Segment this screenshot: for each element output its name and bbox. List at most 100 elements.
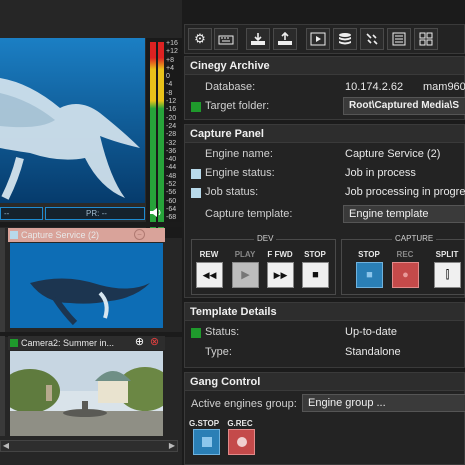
- thumbnail-title: Camera2: Summer in...: [21, 338, 115, 348]
- meter-scale-tick: -24: [166, 122, 177, 130]
- panel-title: Cinegy Archive: [185, 57, 464, 75]
- engines-group-label: Active engines group:: [191, 398, 297, 410]
- rew-label: REW: [199, 250, 219, 259]
- rewind-button[interactable]: ◀◀: [196, 262, 223, 288]
- thumbnail-header[interactable]: Capture Service (2) −: [8, 228, 165, 242]
- gang-record-button[interactable]: [228, 429, 255, 455]
- meter-scale-tick: -48: [166, 172, 177, 180]
- play-icon[interactable]: [306, 28, 330, 50]
- meter-scale-tick: -36: [166, 147, 177, 155]
- play-button[interactable]: ▶: [232, 262, 259, 288]
- minus-circle-icon[interactable]: −: [134, 229, 145, 240]
- meter-scale-tick: -44: [166, 164, 177, 172]
- ffwd-label: F FWD: [267, 250, 293, 259]
- fast-forward-button[interactable]: ▶▶: [267, 262, 294, 288]
- meter-scale-tick: 0: [166, 73, 170, 81]
- scroll-right-icon[interactable]: ▶: [167, 441, 177, 451]
- side-strip: [0, 228, 5, 332]
- meter-scale-tick: +16: [166, 40, 178, 47]
- status-square-icon: [10, 339, 18, 347]
- job-status-label: Job status:: [205, 186, 259, 198]
- close-circle-icon[interactable]: ⊗: [149, 337, 160, 348]
- stop-label: STOP: [304, 250, 326, 259]
- main-video-frame[interactable]: [0, 38, 145, 203]
- capture-stop-button[interactable]: ■: [356, 262, 383, 288]
- cinegy-archive-panel: Cinegy Archive Database: 10.174.2.62 mam…: [184, 56, 465, 120]
- gang-control-panel: Gang Control Active engines group: Engin…: [184, 372, 465, 465]
- meter-scale-tick: -32: [166, 139, 177, 147]
- template-type-value: Standalone: [345, 346, 401, 358]
- job-status-icon: [191, 188, 201, 198]
- engines-group-select[interactable]: Engine group ...: [302, 394, 465, 412]
- meter-scale-tick: -12: [166, 98, 177, 106]
- keyboard-icon[interactable]: [214, 28, 238, 50]
- database-name: mam960: [423, 81, 465, 93]
- thumbnail-title: Capture Service (2): [21, 230, 100, 240]
- status-square-icon: [10, 231, 18, 239]
- gang-rec-label: G.REC: [227, 419, 253, 428]
- template-status-icon: [191, 328, 201, 338]
- thumbnail-image: [10, 351, 163, 436]
- engine-name-label: Engine name:: [205, 148, 273, 160]
- meter-scale-tick: -56: [166, 189, 177, 197]
- meter-scale-tick: -40: [166, 156, 177, 164]
- meter-scale-tick: -28: [166, 131, 177, 139]
- preview-column: +16 +12 +8 +4 0 -4 -8 -12 -16 -20 -24 -28 -32 -36 -40-…: [0, 0, 182, 465]
- speaker-icon[interactable]: [150, 207, 164, 219]
- meter-scale: +16 +12 +8 +4 0 -4 -8 -12 -16 -20 -24 -28 -32 -36 -40-…: [166, 40, 182, 223]
- target-folder-field[interactable]: Root\Captured Media\S: [343, 97, 465, 115]
- toolbar: ⚙: [184, 24, 465, 54]
- scroll-left-icon[interactable]: ◀: [1, 441, 11, 451]
- main-preview: +16 +12 +8 +4 0 -4 -8 -12 -16 -20 -24 -28 -32 -36 -40-…: [0, 38, 182, 238]
- divider: [0, 222, 182, 227]
- dev-stop-button[interactable]: ■: [302, 262, 329, 288]
- dev-group: DEV REW PLAY F FWD STOP ◀◀ ▶ ▶▶ ■: [191, 234, 336, 295]
- meter-scale-tick: +4: [166, 64, 174, 72]
- record-button[interactable]: ●: [392, 262, 419, 288]
- upload-icon[interactable]: [273, 28, 297, 50]
- capture-stop-label: STOP: [358, 250, 380, 259]
- meter-scale-tick: +8: [166, 56, 174, 64]
- template-type-label: Type:: [205, 346, 232, 358]
- panel-title: Capture Panel: [185, 125, 464, 143]
- rec-label: REC: [396, 250, 414, 259]
- target-status-icon: [191, 102, 201, 112]
- capture-group-label: CAPTURE: [392, 234, 437, 243]
- tools-icon[interactable]: [360, 28, 384, 50]
- panel-title: Gang Control: [185, 373, 464, 391]
- grid-icon[interactable]: [414, 28, 438, 50]
- capture-group: CAPTURE STOP REC SPLIT ■ ● ⫿: [341, 234, 465, 295]
- engine-thumbnail-2[interactable]: Camera2: Summer in... ⊕ ⊗: [8, 336, 165, 438]
- gear-icon[interactable]: ⚙: [188, 28, 212, 50]
- template-status-value: Up-to-date: [345, 326, 397, 338]
- database-icon[interactable]: [333, 28, 357, 50]
- thumbnail-header[interactable]: Camera2: Summer in... ⊕ ⊗: [8, 336, 165, 350]
- meter-scale-tick: -16: [166, 106, 177, 114]
- meter-scale-tick: +12: [166, 48, 178, 56]
- capture-template-label: Capture template:: [205, 208, 293, 220]
- split-label: SPLIT: [435, 250, 459, 259]
- thumbnail-scrollbar[interactable]: ◀ ▶: [0, 440, 178, 452]
- engine-status-value: Job in process: [345, 167, 416, 179]
- play-label: PLAY: [234, 250, 256, 259]
- control-column: ⚙ Cinegy Archive Database: 10.174.2.62 m…: [184, 0, 465, 465]
- timecode-row: -- PR: --: [0, 205, 182, 223]
- meter-scale-tick: -20: [166, 114, 177, 122]
- capture-template-select[interactable]: Engine template: [343, 205, 465, 223]
- download-icon[interactable]: [246, 28, 270, 50]
- gang-stop-button[interactable]: [193, 429, 220, 455]
- list-icon[interactable]: [387, 28, 411, 50]
- side-strip: [0, 336, 5, 436]
- capture-panel: Capture Panel Engine name: Capture Servi…: [184, 124, 465, 298]
- database-label: Database:: [205, 81, 256, 93]
- whale-image: [0, 38, 145, 203]
- template-status-label: Status:: [205, 326, 240, 338]
- plus-circle-icon[interactable]: ⊕: [134, 337, 145, 348]
- meter-scale-tick: -8: [166, 89, 173, 97]
- engine-thumbnail-1[interactable]: Capture Service (2) −: [8, 228, 165, 330]
- timecode-pr: PR: --: [45, 207, 145, 220]
- job-status-value: Job processing in progre: [345, 186, 465, 198]
- panel-title: Template Details: [185, 303, 464, 321]
- dev-group-label: DEV: [254, 234, 277, 243]
- split-button[interactable]: ⫿: [434, 262, 461, 288]
